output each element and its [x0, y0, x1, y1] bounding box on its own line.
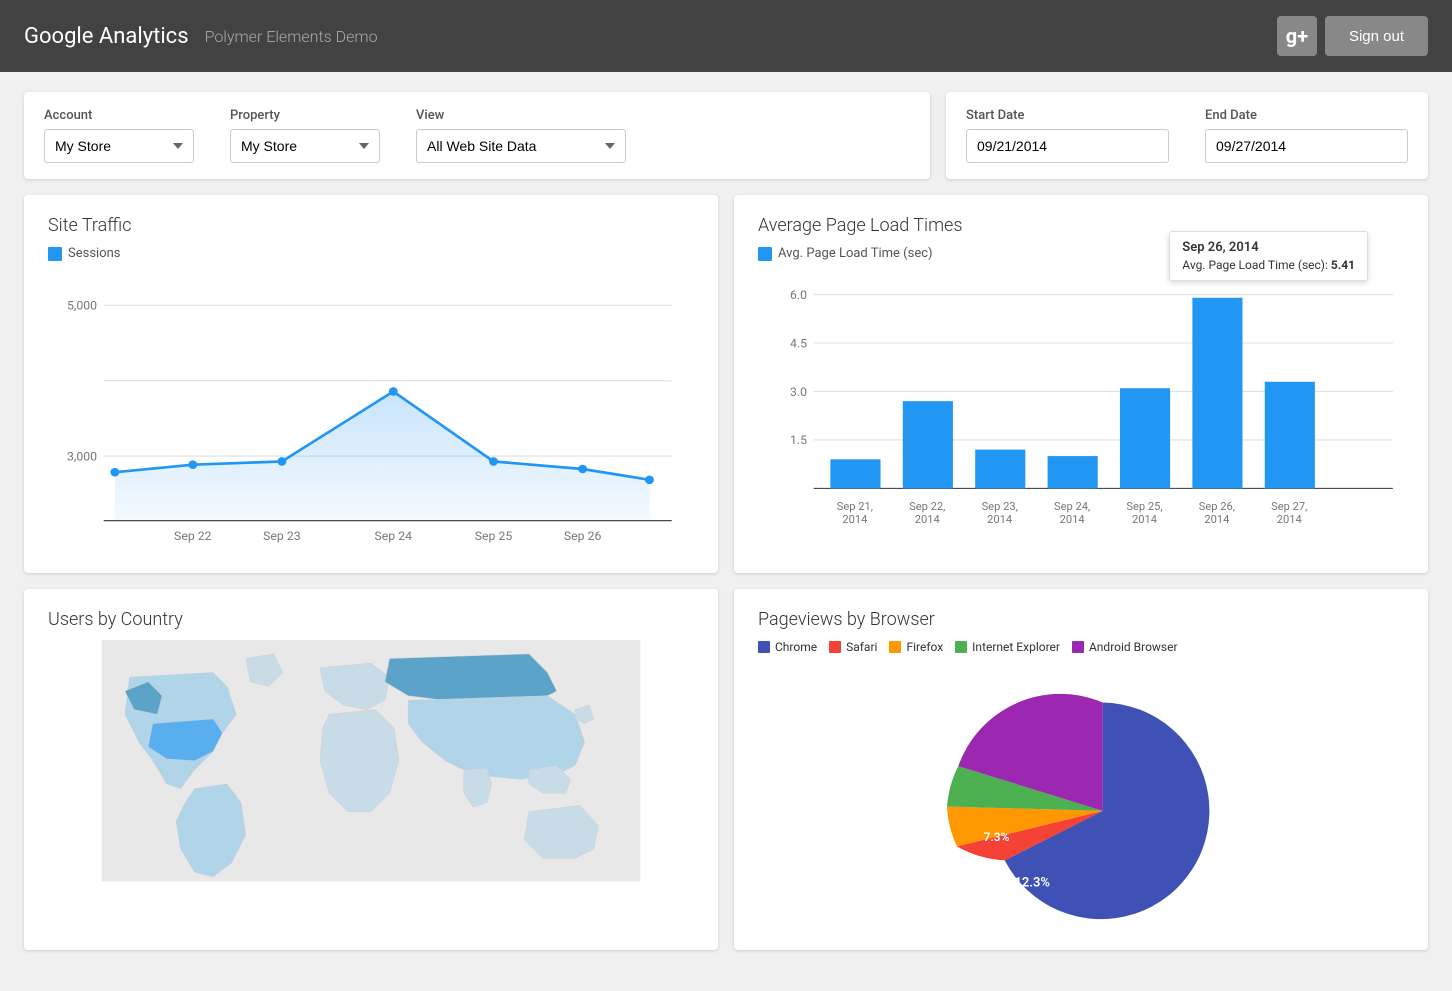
- header-right: g+ Sign out: [1277, 16, 1428, 56]
- property-select[interactable]: My Store: [230, 129, 380, 163]
- svg-text:Sep 27,: Sep 27,: [1271, 500, 1307, 513]
- svg-text:12.3%: 12.3%: [1014, 876, 1050, 891]
- app-title: Google Analytics: [24, 24, 189, 49]
- svg-text:Sep 21,: Sep 21,: [837, 500, 873, 513]
- ie-legend: Internet Explorer: [955, 640, 1060, 654]
- svg-text:5,000: 5,000: [67, 299, 97, 313]
- page-load-card: Average Page Load Times Avg. Page Load T…: [734, 195, 1428, 573]
- android-label: Android Browser: [1089, 640, 1178, 654]
- header-left: Google Analytics Polymer Elements Demo: [24, 24, 378, 49]
- safari-label: Safari: [846, 640, 877, 654]
- svg-text:7.3%: 7.3%: [984, 830, 1010, 844]
- charts-row: Site Traffic Sessions 5,000 3,000 Sep 22: [24, 195, 1428, 573]
- line-chart-container: 5,000 3,000 Sep 22 Sep 23 Sep 24 Sep 25 …: [48, 273, 694, 553]
- users-country-title: Users by Country: [48, 609, 694, 630]
- svg-text:Sep 23: Sep 23: [263, 529, 300, 543]
- site-traffic-card: Site Traffic Sessions 5,000 3,000 Sep 22: [24, 195, 718, 573]
- world-map-svg: [48, 640, 694, 900]
- account-filter-group: Account My Store: [44, 108, 194, 163]
- line-chart-svg: 5,000 3,000 Sep 22 Sep 23 Sep 24 Sep 25 …: [48, 273, 694, 553]
- svg-text:2014: 2014: [1277, 513, 1302, 526]
- bar-chart-svg: 6.0 4.5 3.0 1.5 Sep 21, 2014 Sep 22, 201…: [758, 273, 1404, 553]
- svg-text:Sep 25: Sep 25: [475, 529, 513, 543]
- view-filter-group: View All Web Site Data: [416, 108, 626, 163]
- start-date-input[interactable]: [966, 129, 1169, 163]
- users-country-card: Users by Country: [24, 589, 718, 950]
- app-subtitle: Polymer Elements Demo: [205, 27, 378, 46]
- svg-text:6.0: 6.0: [790, 288, 807, 302]
- account-label: Account: [44, 108, 194, 123]
- browser-title: Pageviews by Browser: [758, 609, 1404, 630]
- svg-text:2014: 2014: [1132, 513, 1157, 526]
- filters-row: Account My Store Property My Store View …: [24, 92, 1428, 179]
- end-date-input[interactable]: [1205, 129, 1408, 163]
- account-select[interactable]: My Store: [44, 129, 194, 163]
- svg-text:Sep 22: Sep 22: [174, 529, 212, 543]
- svg-text:2014: 2014: [987, 513, 1012, 526]
- header: Google Analytics Polymer Elements Demo g…: [0, 0, 1452, 72]
- property-filter-group: Property My Store: [230, 108, 380, 163]
- start-date-group: Start Date: [966, 108, 1169, 163]
- svg-text:Sep 23,: Sep 23,: [982, 500, 1018, 513]
- page-load-legend: Avg. Page Load Time (sec): [758, 246, 1404, 261]
- firefox-label: Firefox: [906, 640, 943, 654]
- svg-text:Sep 26: Sep 26: [564, 529, 602, 543]
- svg-text:2014: 2014: [1060, 513, 1085, 526]
- ie-label: Internet Explorer: [972, 640, 1060, 654]
- firefox-legend: Firefox: [889, 640, 943, 654]
- firefox-dot: [889, 641, 901, 653]
- android-dot: [1072, 641, 1084, 653]
- svg-text:3,000: 3,000: [67, 450, 97, 464]
- svg-text:Sep 22,: Sep 22,: [909, 500, 945, 513]
- chrome-legend: Chrome: [758, 640, 817, 654]
- svg-text:2014: 2014: [1204, 513, 1229, 526]
- view-select[interactable]: All Web Site Data: [416, 129, 626, 163]
- property-label: Property: [230, 108, 380, 123]
- gplus-icon[interactable]: g+: [1277, 16, 1317, 56]
- svg-text:4.5: 4.5: [790, 336, 807, 350]
- svg-text:3.0: 3.0: [790, 385, 807, 399]
- end-date-group: End Date: [1205, 108, 1408, 163]
- chrome-label: Chrome: [775, 640, 817, 654]
- signout-button[interactable]: Sign out: [1325, 16, 1428, 56]
- account-filters-card: Account My Store Property My Store View …: [24, 92, 930, 179]
- start-date-label: Start Date: [966, 108, 1169, 123]
- page-load-legend-label: Avg. Page Load Time (sec): [778, 246, 933, 261]
- end-date-label: End Date: [1205, 108, 1408, 123]
- svg-text:Sep 25,: Sep 25,: [1126, 500, 1162, 513]
- main-content: Account My Store Property My Store View …: [0, 72, 1452, 970]
- safari-dot: [829, 641, 841, 653]
- page-load-legend-color: [758, 247, 772, 261]
- sessions-legend-color: [48, 247, 62, 261]
- sessions-legend-label: Sessions: [68, 246, 121, 261]
- site-traffic-title: Site Traffic: [48, 215, 694, 236]
- date-filters-card: Start Date End Date: [946, 92, 1428, 179]
- pie-chart-svg: 12.3% 7.3%: [901, 670, 1261, 930]
- svg-text:2014: 2014: [842, 513, 867, 526]
- map-container: [48, 640, 694, 900]
- svg-text:Sep 24: Sep 24: [375, 529, 413, 543]
- svg-text:1.5: 1.5: [790, 433, 807, 447]
- svg-text:Sep 26,: Sep 26,: [1199, 500, 1235, 513]
- pie-legend: Chrome Safari Firefox Internet Explorer …: [758, 640, 1404, 654]
- pie-container: 12.3% 7.3%: [758, 670, 1404, 930]
- svg-text:2014: 2014: [915, 513, 940, 526]
- safari-legend: Safari: [829, 640, 877, 654]
- android-legend: Android Browser: [1072, 640, 1178, 654]
- chrome-dot: [758, 641, 770, 653]
- bottom-row: Users by Country: [24, 589, 1428, 950]
- browser-card: Pageviews by Browser Chrome Safari Firef…: [734, 589, 1428, 950]
- bar-chart-container: 6.0 4.5 3.0 1.5 Sep 21, 2014 Sep 22, 201…: [758, 273, 1404, 553]
- view-label: View: [416, 108, 626, 123]
- svg-text:Sep 24,: Sep 24,: [1054, 500, 1090, 513]
- ie-dot: [955, 641, 967, 653]
- site-traffic-legend: Sessions: [48, 246, 694, 261]
- page-load-title: Average Page Load Times: [758, 215, 1404, 236]
